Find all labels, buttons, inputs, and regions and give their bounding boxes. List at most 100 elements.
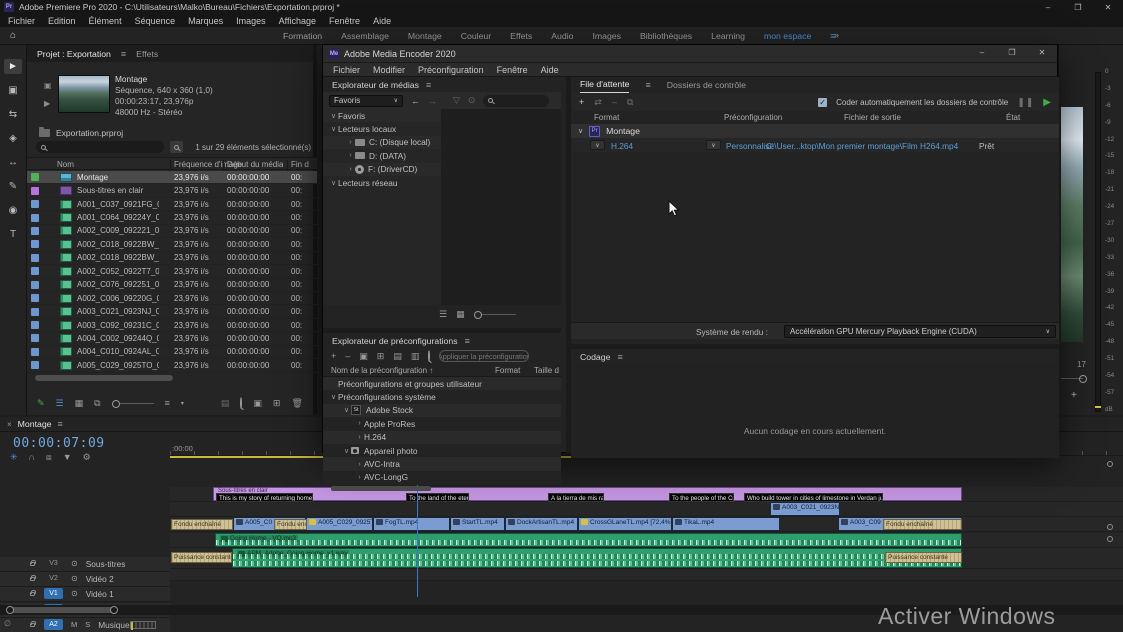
ame-menu-fichier[interactable]: Fichier: [333, 65, 360, 75]
preset-hscrollbar[interactable]: [331, 486, 431, 491]
track-target-v1[interactable]: V1: [44, 588, 63, 599]
preview-thumbnail[interactable]: [58, 75, 110, 113]
remove-icon[interactable]: –: [612, 97, 617, 107]
panel-menu-icon[interactable]: ≡: [121, 49, 126, 59]
tree-chevron-icon[interactable]: ›: [355, 461, 364, 468]
pause-queue-icon[interactable]: ❚❚: [1017, 97, 1034, 108]
export-preset-icon[interactable]: ▤: [393, 351, 402, 362]
workspace-tab[interactable]: Effets: [510, 31, 532, 41]
label-color-chip[interactable]: [31, 200, 39, 208]
label-color-chip[interactable]: [31, 227, 39, 235]
project-row[interactable]: A002_C018_0922BW_002.m23,976 i/s00:00:00…: [27, 252, 317, 265]
tree-chevron-icon[interactable]: ∨: [342, 406, 351, 414]
timeline-snap-icon[interactable]: ∩: [29, 452, 35, 463]
preset-tree-item[interactable]: ›AVC-LongG: [323, 471, 561, 483]
video-clip[interactable]: StartTL.mp4: [450, 517, 505, 531]
workspace-overflow-icon[interactable]: »: [834, 30, 839, 40]
preset-tree-item[interactable]: ›Apple ProRes: [323, 417, 561, 430]
audio-clip[interactable]: APM_Adobe_Going Home_v1.wav: [232, 548, 962, 568]
ame-menu-aide[interactable]: Aide: [541, 65, 559, 75]
preset-tree-item[interactable]: ∨StAdobe Stock: [323, 404, 561, 417]
ame-menu-fenêtre[interactable]: Fenêtre: [497, 65, 528, 75]
razor-tool[interactable]: ◈: [4, 131, 22, 146]
project-row[interactable]: A005_C029_0925TO_001.m23,976 i/s00:00:00…: [27, 359, 317, 372]
label-color-chip[interactable]: [31, 281, 39, 289]
duplicate-icon[interactable]: ⧉: [627, 97, 633, 108]
thumb-size-slider[interactable]: [474, 314, 516, 315]
project-row[interactable]: A004_C002_09244Q_001.m23,976 i/s00:00:00…: [27, 332, 317, 345]
back-icon[interactable]: ←: [411, 96, 420, 106]
auto-encode-checkbox[interactable]: ✓: [818, 98, 827, 107]
tree-chevron-icon[interactable]: ∨: [329, 179, 338, 187]
label-color-chip[interactable]: [31, 267, 39, 275]
menu-séquence[interactable]: Séquence: [135, 16, 176, 26]
poster-frame-icon[interactable]: ▣: [44, 81, 52, 90]
format-chevron[interactable]: ∨: [590, 140, 605, 150]
ame-minimize-button[interactable]: –: [967, 45, 997, 59]
transition-clip[interactable]: Fondu ench: [274, 519, 307, 530]
track-visibility-icon[interactable]: ⊙: [71, 589, 78, 598]
pen-tool[interactable]: ✎: [4, 179, 22, 194]
ame-menu-modifier[interactable]: Modifier: [373, 65, 405, 75]
project-row[interactable]: A003_C021_0923NJ_001.m23,976 i/s00:00:00…: [27, 305, 317, 318]
preset-tree-item[interactable]: ∨Appareil photo: [323, 444, 561, 457]
new-item-icon[interactable]: ⊞: [273, 398, 281, 409]
audio-clip[interactable]: Going Home - VO.mp3: [215, 533, 962, 547]
selection-tool[interactable]: ►: [4, 59, 22, 74]
add-output-icon[interactable]: ⇄: [594, 97, 602, 108]
timeline-timecode[interactable]: 00:00:07:09: [13, 436, 105, 451]
timeline-nest-icon[interactable]: ✳: [10, 452, 18, 463]
menu-aide[interactable]: Aide: [373, 16, 391, 26]
project-row[interactable]: Montage23,976 i/s00:00:00:0000:: [27, 171, 317, 184]
track-visibility-icon[interactable]: ⊙: [71, 559, 78, 568]
tree-chevron-icon[interactable]: ›: [346, 152, 355, 159]
project-row[interactable]: A001_C037_0921FG_001.m23,976 i/s00:00:00…: [27, 198, 317, 211]
scrollbar-dot[interactable]: [1107, 524, 1113, 530]
project-row[interactable]: A001_C064_09224Y_001.m23,976 i/s00:00:00…: [27, 211, 317, 224]
timeline-menu-icon[interactable]: ≡: [57, 419, 62, 429]
track-target-v2[interactable]: V2: [44, 573, 63, 584]
workspace-tab[interactable]: Learning: [711, 31, 745, 41]
sort-chevron-icon[interactable]: ▾: [181, 400, 184, 407]
list-view-icon[interactable]: ☰: [439, 309, 447, 320]
tree-chevron-icon[interactable]: ›: [346, 166, 355, 173]
timeline-timeline-settings-icon[interactable]: ⚙: [83, 452, 91, 463]
start-queue-icon[interactable]: ▶: [1043, 97, 1051, 108]
hscroll-knob-right[interactable]: [110, 606, 118, 614]
filter-icon[interactable]: ▽: [453, 95, 460, 106]
encoding-menu-icon[interactable]: ≡: [617, 352, 622, 362]
col-format[interactable]: Format: [594, 113, 619, 122]
track-visibility-icon[interactable]: ⊙: [71, 574, 78, 583]
preset-tree-item[interactable]: Préconfigurations et groupes utilisateur: [323, 377, 561, 390]
home-icon[interactable]: ⌂: [10, 30, 16, 41]
workspace-tab[interactable]: Images: [592, 31, 621, 41]
menu-fenêtre[interactable]: Fenêtre: [329, 16, 360, 26]
automate-sequence-icon[interactable]: ▤: [221, 398, 230, 409]
solo-button[interactable]: S: [85, 620, 90, 629]
group-icon[interactable]: ▥: [411, 351, 420, 362]
caption-segment[interactable]: To the people of the Corn: [669, 493, 734, 502]
col-preset-format[interactable]: Format: [495, 366, 520, 375]
tree-chevron-icon[interactable]: ›: [355, 420, 364, 427]
col-status[interactable]: État: [1006, 113, 1020, 122]
lock-icon[interactable]: [30, 623, 35, 627]
tree-chevron-icon[interactable]: ∨: [329, 393, 338, 401]
caption-segment[interactable]: Who build tower in cities of limestone i…: [744, 493, 883, 502]
menu-affichage[interactable]: Affichage: [279, 16, 316, 26]
find-icon[interactable]: [240, 398, 242, 408]
tab-queue[interactable]: File d'attente: [580, 79, 629, 93]
linked-selection-icon[interactable]: ∅: [4, 619, 11, 628]
ame-close-button[interactable]: ✕: [1027, 45, 1057, 59]
label-color-chip[interactable]: [31, 334, 39, 342]
add-source-icon[interactable]: +: [579, 97, 584, 107]
transition-clip[interactable]: Fondu enchaîné: [171, 519, 233, 530]
edit-pencil-icon[interactable]: ✎: [37, 398, 45, 409]
search-input[interactable]: [36, 141, 164, 153]
thumb-view-icon[interactable]: ▦: [456, 309, 465, 320]
video-clip[interactable]: CrossGLaneTL.mp4 [72,4%]: [578, 517, 672, 531]
preset-tree-item[interactable]: ›AVC-Intra: [323, 457, 561, 470]
tree-chevron-icon[interactable]: ›: [355, 474, 364, 481]
mute-button[interactable]: M: [71, 620, 77, 629]
tree-chevron-icon[interactable]: ∨: [342, 447, 351, 455]
media-search-input[interactable]: [483, 95, 549, 107]
